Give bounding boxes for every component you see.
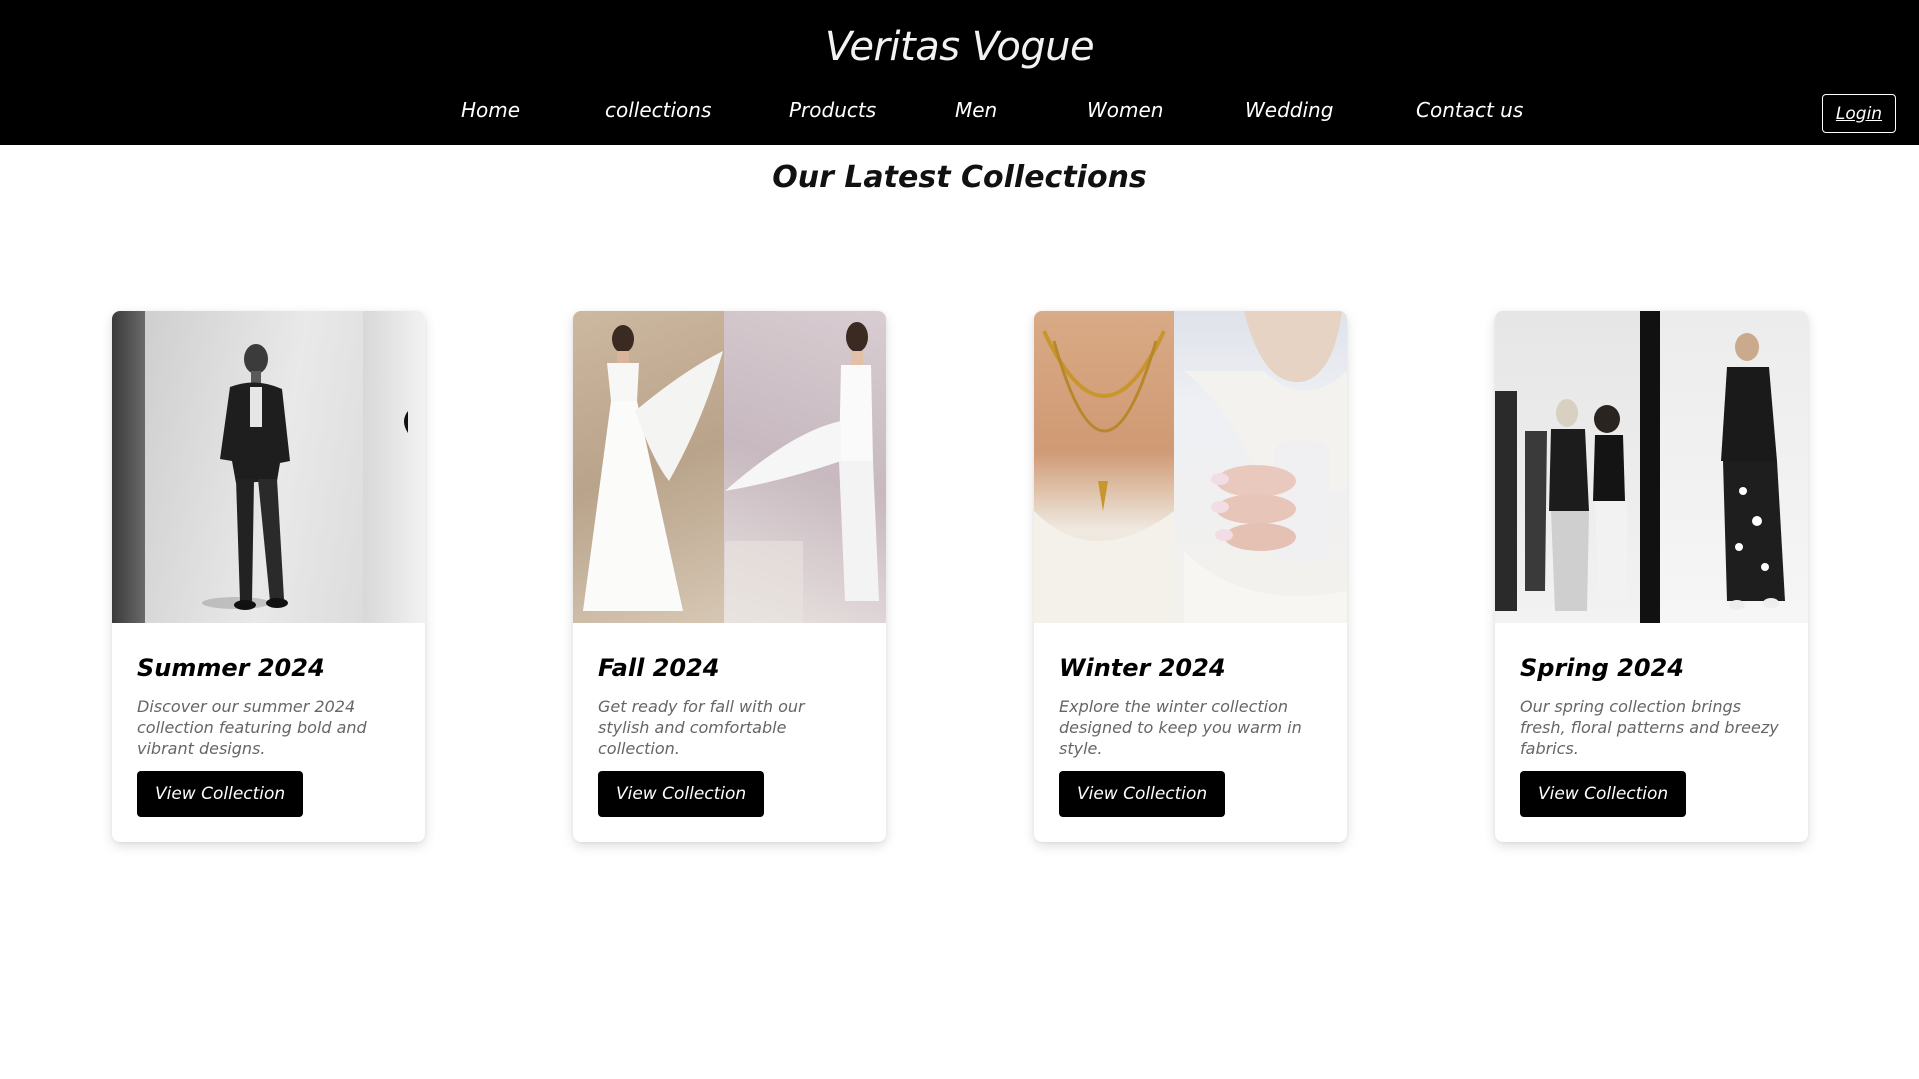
white-gowns-photo [583, 322, 879, 623]
jewelry-and-knitwear-photo [1034, 311, 1347, 623]
nav-home[interactable]: Home [461, 98, 520, 122]
card-title: Winter 2024 [1059, 654, 1226, 682]
login-button[interactable]: Login [1822, 94, 1896, 133]
brand-logo[interactable]: Veritas Vogue [0, 24, 1919, 70]
nav-products[interactable]: Products [789, 98, 876, 122]
nav-wedding[interactable]: Wedding [1245, 98, 1333, 122]
view-collection-button[interactable]: View Collection [1520, 771, 1687, 817]
view-collection-button[interactable]: View Collection [137, 771, 304, 817]
view-collection-button[interactable]: View Collection [1059, 771, 1226, 817]
view-collection-button[interactable]: View Collection [598, 771, 765, 817]
nav-collections[interactable]: collections [605, 98, 711, 122]
nav-men[interactable]: Men [955, 98, 997, 122]
card-title: Fall 2024 [598, 654, 720, 682]
card-description: Get ready for fall with our stylish and … [598, 697, 805, 758]
nav-women[interactable]: Women [1087, 98, 1163, 122]
group-fashion-photo [1495, 333, 1785, 611]
card-image-spring[interactable] [1495, 311, 1808, 623]
collection-card-spring: Spring 2024 Our spring collection brings… [1495, 311, 1808, 842]
card-title: Spring 2024 [1520, 654, 1684, 682]
nav-contact-us[interactable]: Contact us [1416, 98, 1523, 122]
man-in-suit-photo [202, 344, 408, 610]
collection-card-summer: Summer 2024 Discover our summer 2024 col… [112, 311, 425, 842]
card-image-fall[interactable] [573, 311, 886, 623]
card-description: Our spring collection brings fresh, flor… [1520, 697, 1779, 758]
page-title: Our Latest Collections [772, 160, 1147, 195]
card-description: Discover our summer 2024 collection feat… [137, 697, 367, 758]
collection-card-winter: Winter 2024 Explore the winter collectio… [1034, 311, 1347, 842]
collection-card-fall: Fall 2024 Get ready for fall with our st… [573, 311, 886, 842]
site-header: Veritas Vogue Home collections Products … [0, 0, 1919, 145]
main-nav: Home collections Products Men Women Wedd… [0, 98, 1919, 128]
card-image-summer[interactable] [112, 311, 425, 623]
card-title: Summer 2024 [137, 654, 325, 682]
card-description: Explore the winter collection designed t… [1059, 697, 1302, 758]
card-image-winter[interactable] [1034, 311, 1347, 623]
